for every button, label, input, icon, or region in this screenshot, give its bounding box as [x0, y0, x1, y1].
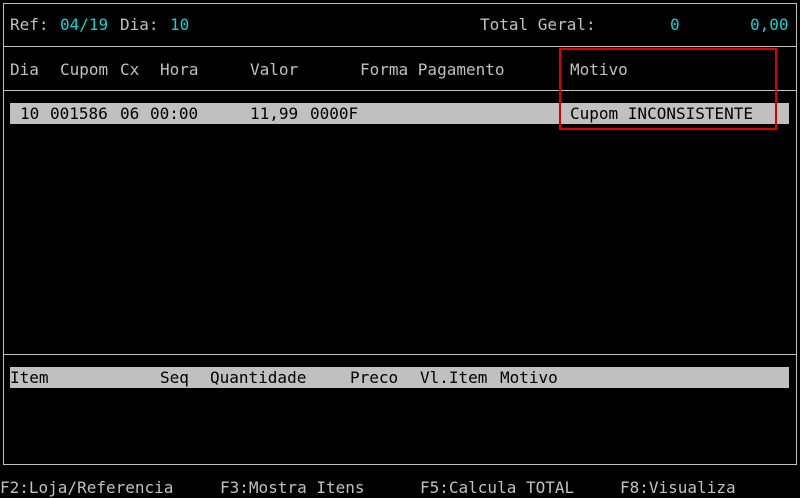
row-dia: 10 [20, 104, 40, 123]
col-valor: Valor [250, 60, 299, 79]
col-cx: Cx [120, 60, 140, 79]
col-item: Item [10, 368, 49, 387]
f3-mostra-itens-key[interactable]: F3:Mostra Itens [220, 478, 365, 498]
row-hora: 00:00 [150, 104, 199, 123]
col-cupom: Cupom [60, 60, 109, 79]
ref-value: 04/19 [60, 15, 109, 34]
col-hora: Hora [160, 60, 199, 79]
f8-visualiza-key[interactable]: F8:Visualiza [620, 478, 736, 498]
dia-label: Dia: [120, 15, 159, 34]
row-valor: 11,99 [250, 104, 299, 123]
total-label: Total Geral: [480, 15, 596, 34]
f2-loja-referencia-key[interactable]: F2:Loja/Referencia [0, 478, 173, 498]
dia-value: 10 [170, 15, 190, 34]
items-table-header: Item Seq Quantidade Preco Vl.Item Motivo [10, 367, 789, 388]
col-forma-pagamento: Forma Pagamento [360, 60, 505, 79]
annotation-highlight-box [559, 48, 777, 130]
f5-calcula-total-key[interactable]: F5:Calcula TOTAL [420, 478, 574, 498]
col-dia: Dia [10, 60, 39, 79]
items-divider [3, 354, 797, 355]
col-preco: Preco [350, 368, 399, 387]
col-seq: Seq [160, 368, 189, 387]
col-item-motivo: Motivo [500, 368, 558, 387]
row-cupom: 001586 [50, 104, 108, 123]
col-quantidade: Quantidade [210, 368, 307, 387]
total-value: 0,00 [750, 15, 789, 34]
row-forma-pagamento: 0000F [310, 104, 359, 123]
total-count: 0 [670, 15, 680, 34]
ref-label: Ref: [10, 15, 49, 34]
header-divider [3, 46, 797, 47]
row-cx: 06 [120, 104, 140, 123]
col-vl-item: Vl.Item [420, 368, 488, 387]
